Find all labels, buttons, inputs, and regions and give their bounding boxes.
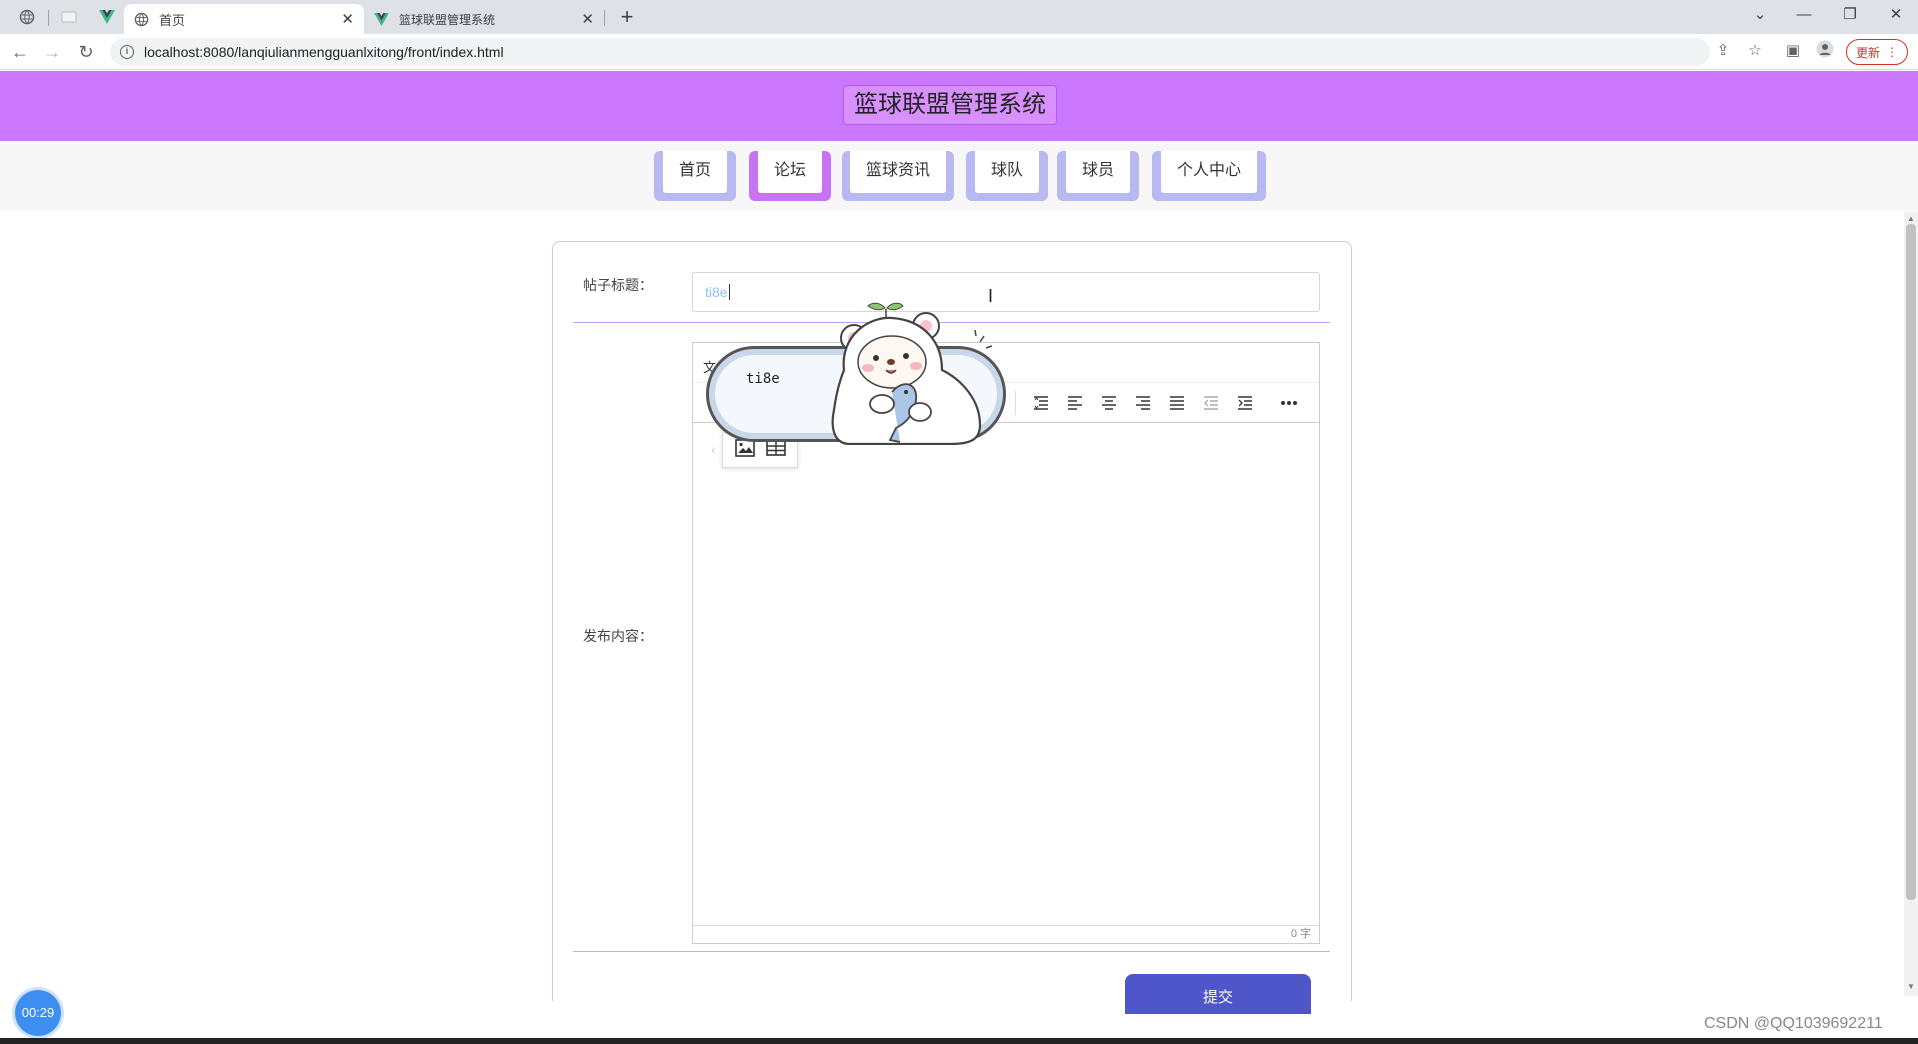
post-title-label: 帖子标题： — [583, 277, 653, 293]
forward-arrow-icon[interactable]: → — [40, 40, 64, 64]
pinned-tab-blank[interactable] — [54, 5, 84, 29]
update-button[interactable]: 更新 ⋮ — [1846, 39, 1908, 65]
address-bar: ← → ↻ i localhost:8080/lanqiulianmenggua… — [0, 34, 1918, 70]
more-vert-icon: ⋮ — [1886, 45, 1898, 59]
close-window-button[interactable]: ✕ — [1876, 2, 1916, 28]
tab-label: 篮球联盟管理系统 — [399, 12, 496, 27]
new-tab-button[interactable]: + — [615, 4, 639, 30]
reload-icon[interactable]: ↻ — [74, 40, 98, 64]
nav-item-label: 论坛 — [757, 151, 822, 193]
post-content-label: 发布内容： — [583, 628, 653, 644]
nav-item-news[interactable]: 篮球资讯 — [842, 151, 954, 201]
post-title-input[interactable]: ti8e — [692, 272, 1320, 312]
line-height-icon[interactable] — [1030, 393, 1052, 413]
nav-item-label: 首页 — [662, 151, 727, 193]
info-icon[interactable]: i — [120, 45, 134, 59]
url-field[interactable]: i localhost:8080/lanqiulianmengguanlxito… — [110, 38, 1710, 66]
nav-item-profile[interactable]: 个人中心 — [1152, 151, 1266, 201]
tab-search-icon[interactable]: ⌄ — [1740, 2, 1780, 28]
insert-table-icon[interactable] — [765, 439, 786, 461]
scrollbar-thumb[interactable] — [1906, 224, 1916, 900]
tab-separator — [604, 10, 605, 26]
nav-item-forum[interactable]: 论坛 — [749, 151, 831, 201]
scroll-down-arrow-icon[interactable]: ▼ — [1905, 982, 1917, 991]
align-left-icon[interactable] — [1064, 393, 1086, 413]
blank-page-icon — [61, 11, 77, 23]
nav-item-home[interactable]: 首页 — [654, 151, 736, 201]
share-icon[interactable]: ⇪ — [1712, 40, 1734, 62]
tab-separator — [48, 10, 49, 26]
align-right-icon[interactable] — [1132, 393, 1154, 413]
browser-tab-bar: 首页 ✕ 篮球联盟管理系统 ✕ + ⌄ — ❐ ✕ — [0, 0, 1918, 34]
nav-item-players[interactable]: 球员 — [1057, 151, 1139, 201]
tab-home[interactable]: 首页 ✕ — [124, 4, 364, 34]
chevron-left-icon: ‹ — [711, 441, 716, 457]
pinned-tab-globe[interactable] — [12, 5, 42, 29]
nav-item-label: 球队 — [974, 151, 1039, 193]
scroll-up-arrow-icon[interactable]: ▲ — [1905, 214, 1917, 223]
minimize-button[interactable]: — — [1784, 2, 1824, 28]
sticker-bubble-text: ti8e — [746, 371, 780, 387]
vue-logo-icon — [99, 10, 115, 24]
outdent-icon[interactable] — [1200, 393, 1222, 413]
tab-label: 首页 — [159, 12, 186, 28]
pinned-tab-vue[interactable] — [92, 5, 122, 29]
align-center-icon[interactable] — [1098, 393, 1120, 413]
side-panel-icon[interactable]: ▣ — [1782, 40, 1804, 62]
bear-mascot-sticker — [831, 302, 993, 445]
globe-icon — [134, 12, 149, 26]
align-justify-icon[interactable] — [1166, 393, 1188, 413]
divider — [573, 951, 1330, 952]
profile-avatar-icon[interactable] — [1814, 40, 1836, 62]
word-count: 0 字 — [693, 925, 1319, 943]
post-title-value: ti8e — [705, 284, 728, 300]
nav-item-label: 球员 — [1065, 151, 1130, 193]
close-icon[interactable]: ✕ — [341, 10, 354, 28]
tab-basketball-system[interactable]: 篮球联盟管理系统 ✕ — [364, 4, 604, 34]
nav-item-label: 篮球资讯 — [849, 151, 946, 193]
watermark: CSDN @QQ1039692211 — [1704, 1015, 1883, 1032]
nav-item-teams[interactable]: 球队 — [966, 151, 1048, 201]
update-label: 更新 — [1855, 45, 1880, 60]
taskbar-strip — [0, 1038, 1918, 1044]
restore-button[interactable]: ❐ — [1830, 2, 1870, 28]
toolbar-separator — [1015, 391, 1016, 415]
bookmark-star-icon[interactable]: ☆ — [1744, 40, 1766, 62]
vue-logo-icon — [374, 12, 389, 26]
recording-timer: 00:29 — [15, 990, 61, 1036]
back-arrow-icon[interactable]: ← — [8, 40, 32, 64]
more-horizontal-icon[interactable] — [1278, 393, 1300, 413]
globe-icon — [19, 9, 35, 25]
nav-item-label: 个人中心 — [1160, 151, 1257, 193]
text-caret — [728, 284, 730, 300]
submit-button[interactable]: 提交 — [1125, 974, 1311, 1014]
url-text: localhost:8080/lanqiulianmengguanlxitong… — [144, 44, 504, 60]
site-title: 篮球联盟管理系统 — [843, 85, 1057, 125]
main-nav — [0, 141, 1918, 211]
close-icon[interactable]: ✕ — [581, 10, 594, 28]
indent-icon[interactable] — [1234, 393, 1256, 413]
